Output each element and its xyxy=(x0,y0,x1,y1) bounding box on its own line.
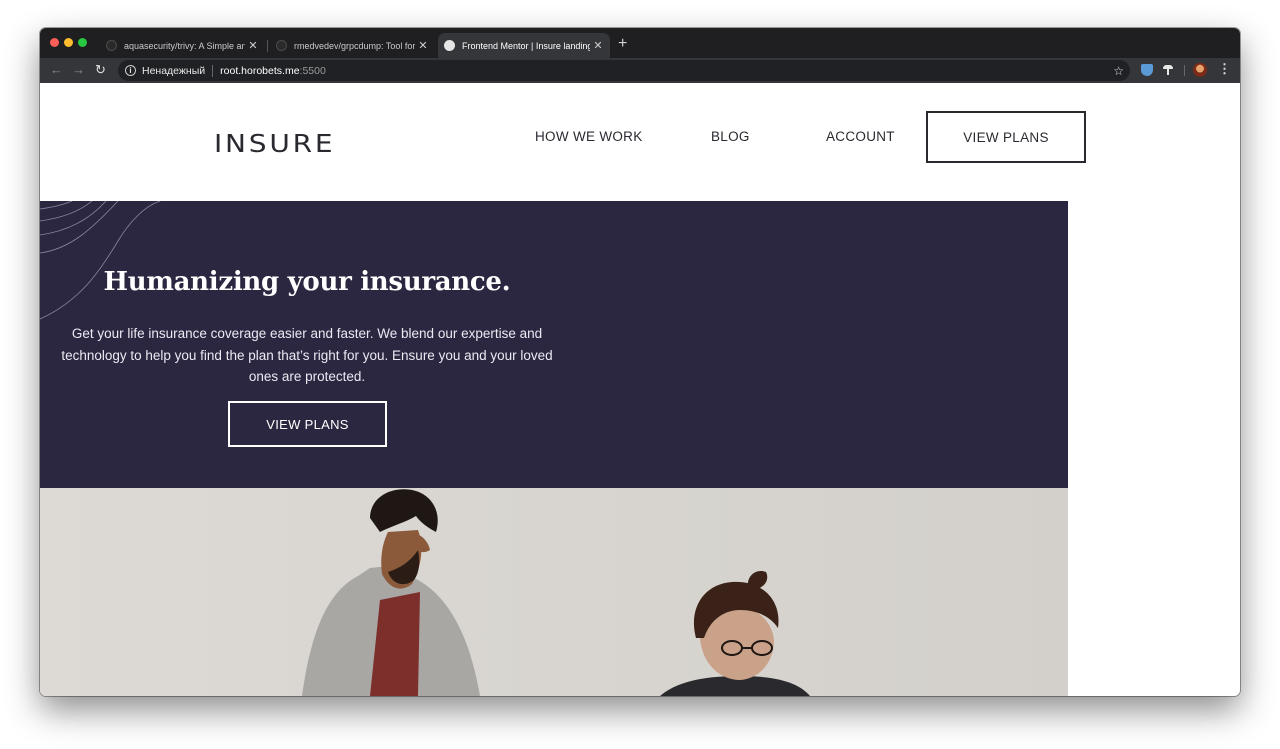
tab-separator xyxy=(267,40,268,52)
decorative-curves xyxy=(40,201,161,320)
tab-title: aquasecurity/trivy: A Simple and xyxy=(124,40,245,51)
nav-view-plans-button[interactable]: VIEW PLANS xyxy=(926,111,1086,163)
menu-icon[interactable]: ⋮ xyxy=(1218,61,1231,77)
divider xyxy=(1184,65,1185,76)
tab-close-icon[interactable]: ✕ xyxy=(590,39,606,52)
github-icon xyxy=(106,40,117,51)
minimize-window-button[interactable] xyxy=(64,38,73,47)
star-icon[interactable]: ☆ xyxy=(1113,64,1124,78)
divider xyxy=(212,64,214,77)
profile-avatar-icon[interactable] xyxy=(1193,63,1207,77)
page-viewport: INSURE HOW WE WORK BLOG ACCOUNT VIEW PLA… xyxy=(40,83,1240,696)
shield-extension-icon[interactable] xyxy=(1141,64,1153,76)
hero-description: Get your life insurance coverage easier … xyxy=(61,326,553,384)
nav-how-we-work[interactable]: HOW WE WORK xyxy=(535,129,643,144)
tab-title: rmedvedev/grpcdump: Tool for c xyxy=(294,40,415,51)
nav-blog[interactable]: BLOG xyxy=(711,129,750,144)
hero-photo xyxy=(40,488,1068,696)
github-icon xyxy=(276,40,287,51)
people-photo xyxy=(302,489,810,696)
tab-title: Frontend Mentor | Insure landing xyxy=(462,40,590,51)
site-logo[interactable]: INSURE xyxy=(214,129,335,158)
hero-title: Humanizing your insurance. xyxy=(103,267,511,297)
tab-close-icon[interactable]: ✕ xyxy=(245,39,261,52)
tab-frontend-mentor[interactable]: Frontend Mentor | Insure landing ✕ xyxy=(438,33,610,58)
tab-bar: aquasecurity/trivy: A Simple and ✕ rmedv… xyxy=(40,28,1240,58)
url-port: :5500 xyxy=(299,64,326,77)
back-icon[interactable]: ← xyxy=(50,62,63,78)
tab-grpcdump[interactable]: rmedvedev/grpcdump: Tool for c ✕ xyxy=(270,33,435,58)
tab-trivy[interactable]: aquasecurity/trivy: A Simple and ✕ xyxy=(100,33,265,58)
address-bar[interactable]: i Ненадежный root.horobets.me :5500 ☆ xyxy=(118,60,1130,81)
url-host: root.horobets.me xyxy=(220,64,300,77)
frontend-mentor-icon xyxy=(444,40,455,51)
tab-close-icon[interactable]: ✕ xyxy=(415,39,431,52)
forward-icon[interactable]: → xyxy=(72,62,85,78)
hero-view-plans-button[interactable]: VIEW PLANS xyxy=(228,401,387,447)
reload-icon[interactable]: ↻ xyxy=(95,62,106,78)
new-tab-button[interactable]: + xyxy=(618,34,627,54)
security-label: Ненадежный xyxy=(142,64,206,77)
maximize-window-button[interactable] xyxy=(78,38,87,47)
browser-toolbar: ← → ↻ i Ненадежный root.horobets.me :550… xyxy=(40,58,1240,83)
close-window-button[interactable] xyxy=(50,38,59,47)
mushroom-extension-icon[interactable] xyxy=(1162,64,1174,76)
nav-account[interactable]: ACCOUNT xyxy=(826,129,895,144)
info-icon[interactable]: i xyxy=(125,65,136,76)
hero-section: Humanizing your insurance. Get your life… xyxy=(40,201,1068,488)
browser-window: aquasecurity/trivy: A Simple and ✕ rmedv… xyxy=(40,28,1240,696)
